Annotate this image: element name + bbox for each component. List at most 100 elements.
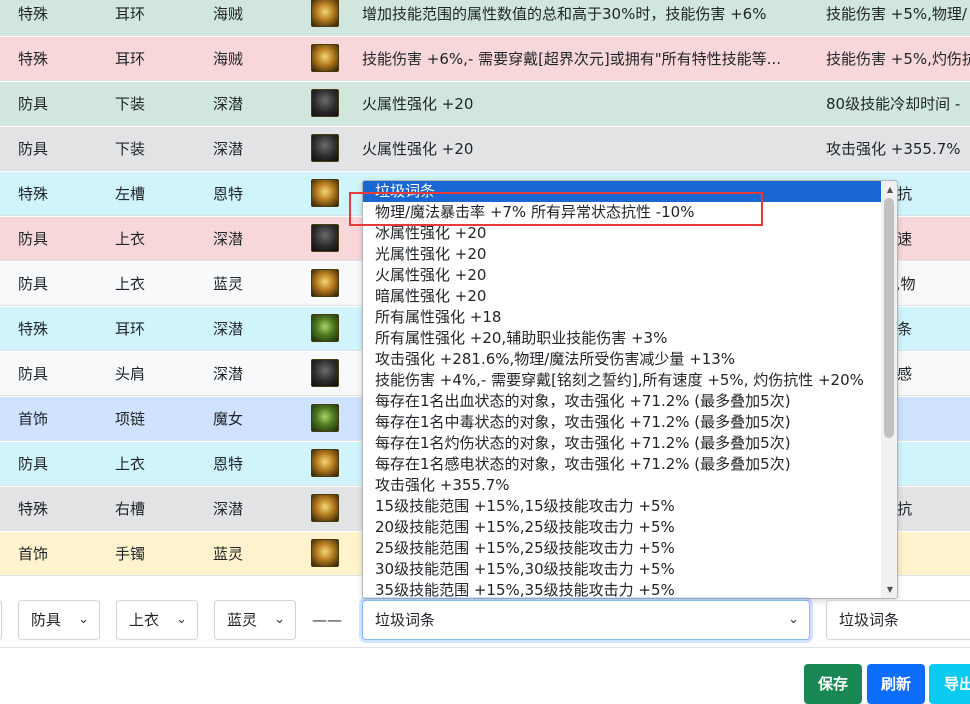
dropdown-option[interactable]: 25级技能范围 +15%,25级技能攻击力 +5% [363, 538, 897, 559]
item-part-cell: 上衣 [115, 455, 146, 473]
refresh-button[interactable]: 刷新 [867, 664, 925, 704]
dark-pants-icon [311, 134, 339, 162]
item-type-cell: 防具 [18, 455, 49, 473]
dropdown-option[interactable]: 20级技能范围 +15%,25级技能攻击力 +5% [363, 517, 897, 538]
item-extra-cell: 攻击强化 +355.7% [826, 140, 961, 158]
dropdown-option[interactable]: 15级技能范围 +15%,15级技能攻击力 +5% [363, 496, 897, 517]
dropdown-option[interactable]: 攻击强化 +281.6%,物理/魔法所受伤害减少量 +13% [363, 349, 897, 370]
item-set-cell: 恩特 [213, 185, 244, 203]
type-select-value: 防具 [31, 611, 62, 629]
dropdown-option[interactable]: 垃圾词条 [363, 181, 897, 202]
gold-earring-icon [311, 44, 339, 72]
partial-select[interactable] [0, 600, 2, 640]
attribute-dropdown-list[interactable]: 垃圾词条 物理/魔法暴击率 +7% 所有异常状态抗性 -10% 冰属性强化 +20 光… [362, 180, 898, 599]
item-type-cell: 防具 [18, 95, 49, 113]
item-icon-cell [311, 449, 343, 479]
item-type-cell: 防具 [18, 275, 49, 293]
dropdown-option[interactable]: 每存在1名感电状态的对象，攻击强化 +71.2% (最多叠加5次) [363, 454, 897, 475]
dropdown-option[interactable]: 30级技能范围 +15%,30级技能攻击力 +5% [363, 559, 897, 580]
dropdown-option[interactable]: 光属性强化 +20 [363, 244, 897, 265]
gold-bracelet-icon [311, 539, 339, 567]
dark-pants-icon [311, 89, 339, 117]
dropdown-option[interactable]: 每存在1名出血状态的对象，攻击强化 +71.2% (最多叠加5次) [363, 391, 897, 412]
item-icon-cell [311, 179, 343, 209]
item-set-cell: 深潜 [213, 95, 244, 113]
dropdown-option[interactable]: 物理/魔法暴击率 +7% 所有异常状态抗性 -10% [363, 202, 897, 223]
attribute-select-value: 垃圾词条 [375, 611, 436, 629]
dark-top-icon [311, 224, 339, 252]
gold-earring-icon [311, 0, 339, 27]
item-type-cell: 特殊 [18, 320, 49, 338]
item-type-cell: 防具 [18, 230, 49, 248]
scroll-up-arrow-icon[interactable]: ▲ [887, 185, 893, 194]
item-icon-cell [311, 0, 343, 29]
dropdown-scrollbar[interactable]: ▲ ▼ [881, 181, 897, 598]
dropdown-option[interactable]: 暗属性强化 +20 [363, 286, 897, 307]
table-row[interactable]: 特殊 耳环 海贼 增加技能范围的属性数值的总和高于30%时，技能伤害 +6% 技能伤害 … [0, 0, 970, 36]
dropdown-option[interactable]: 每存在1名中毒状态的对象，攻击强化 +71.2% (最多叠加5次) [363, 412, 897, 433]
item-type-cell: 防具 [18, 365, 49, 383]
item-type-cell: 首饰 [18, 545, 49, 563]
item-attribute-cell: 增加技能范围的属性数值的总和高于30%时，技能伤害 +6% [362, 5, 767, 23]
table-row[interactable]: 防具 下装 深潜 火属性强化 +20 80级技能冷却时间 - [0, 82, 970, 126]
item-set-cell: 深潜 [213, 320, 244, 338]
item-extra-cell: 技能伤害 +5%,灼伤抗 [826, 50, 970, 68]
type-select[interactable]: 防具 ⌄ [18, 600, 100, 640]
item-set-cell: 深潜 [213, 230, 244, 248]
extra-attribute-select-value: 垃圾词条 [839, 611, 900, 629]
item-icon-cell [311, 44, 343, 74]
green-necklace-icon [311, 404, 339, 432]
item-set-cell: 海贼 [213, 50, 244, 68]
dark-shoulder-icon [311, 359, 339, 387]
part-select[interactable]: 上衣 ⌄ [116, 600, 198, 640]
item-type-cell: 特殊 [18, 5, 49, 23]
dropdown-option[interactable]: 所有属性强化 +20,辅助职业技能伤害 +3% [363, 328, 897, 349]
item-part-cell: 耳环 [115, 320, 146, 338]
item-icon-cell [311, 494, 343, 524]
item-extra-cell: 80级技能冷却时间 - [826, 95, 961, 113]
item-type-cell: 特殊 [18, 500, 49, 518]
dropdown-option[interactable]: 所有属性强化 +18 [363, 307, 897, 328]
blue-top-icon [311, 269, 339, 297]
item-icon-cell [311, 539, 343, 569]
set-select-value: 蓝灵 [227, 611, 258, 629]
item-set-cell: 蓝灵 [213, 275, 244, 293]
item-set-cell: 恩特 [213, 455, 244, 473]
dropdown-option[interactable]: 技能伤害 +4%,- 需要穿戴[铭刻之誓约],所有速度 +5%, 灼伤抗性 +2… [363, 370, 897, 391]
item-part-cell: 耳环 [115, 5, 146, 23]
attribute-select[interactable]: 垃圾词条 ⌄ [362, 600, 810, 640]
dropdown-option[interactable]: 每存在1名灼伤状态的对象，攻击强化 +71.2% (最多叠加5次) [363, 433, 897, 454]
chevron-down-icon: ⌄ [274, 612, 285, 627]
gold-slot-icon [311, 494, 339, 522]
item-icon-cell [311, 89, 343, 119]
green-earring-icon [311, 314, 339, 342]
table-row[interactable]: 特殊 耳环 海贼 技能伤害 +6%,- 需要穿戴[超界次元]或拥有"所有特性技能等..… [0, 37, 970, 81]
item-set-cell: 深潜 [213, 365, 244, 383]
chevron-down-icon: ⌄ [78, 612, 89, 627]
extra-attribute-select[interactable]: 垃圾词条 [826, 600, 970, 640]
dropdown-option[interactable]: 冰属性强化 +20 [363, 223, 897, 244]
item-part-cell: 右槽 [115, 500, 146, 518]
item-set-cell: 深潜 [213, 500, 244, 518]
dropdown-option[interactable]: 火属性强化 +20 [363, 265, 897, 286]
filter-row: 防具 ⌄ 上衣 ⌄ 蓝灵 ⌄ —— 垃圾词条 ⌄ 垃圾词条 [0, 597, 970, 647]
item-type-cell: 首饰 [18, 410, 49, 428]
scroll-thumb[interactable] [884, 198, 894, 438]
item-part-cell: 头肩 [115, 365, 146, 383]
item-type-cell: 特殊 [18, 50, 49, 68]
gold-top-icon [311, 449, 339, 477]
export-button[interactable]: 导出 [929, 664, 970, 704]
save-button[interactable]: 保存 [804, 664, 862, 704]
item-set-cell: 蓝灵 [213, 545, 244, 563]
item-part-cell: 下装 [115, 95, 146, 113]
chevron-down-icon: ⌄ [788, 612, 799, 627]
table-row[interactable]: 防具 下装 深潜 火属性强化 +20 攻击强化 +355.7% [0, 127, 970, 171]
dropdown-option[interactable]: 攻击强化 +355.7% [363, 475, 897, 496]
item-attribute-cell: 火属性强化 +20 [362, 95, 474, 113]
scroll-down-arrow-icon[interactable]: ▼ [887, 585, 893, 594]
item-part-cell: 上衣 [115, 275, 146, 293]
item-icon-cell [311, 269, 343, 299]
item-set-cell: 魔女 [213, 410, 244, 428]
set-select[interactable]: 蓝灵 ⌄ [214, 600, 296, 640]
item-part-cell: 手镯 [115, 545, 146, 563]
